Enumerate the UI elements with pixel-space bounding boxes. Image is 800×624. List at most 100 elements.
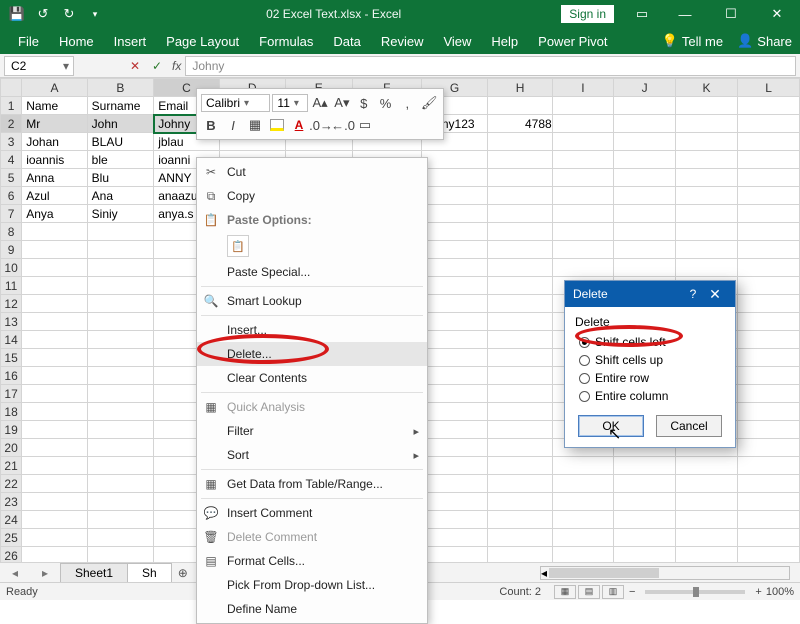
menu-paste-special[interactable]: Paste Special... xyxy=(197,260,427,284)
cell[interactable] xyxy=(738,133,800,151)
row-header[interactable]: 21 xyxy=(1,457,22,475)
cell[interactable] xyxy=(22,349,87,367)
cell[interactable] xyxy=(488,169,552,187)
cancel-icon[interactable]: ✕ xyxy=(124,55,146,77)
radio-entire-row[interactable]: Entire row xyxy=(579,369,725,387)
tab-formulas[interactable]: Formulas xyxy=(249,28,323,54)
cell[interactable] xyxy=(87,475,154,493)
menu-define-name[interactable]: Define Name xyxy=(197,597,427,621)
horizontal-scrollbar[interactable]: ◂ xyxy=(540,566,790,580)
cell[interactable] xyxy=(676,115,738,133)
row-header[interactable]: 20 xyxy=(1,439,22,457)
cell[interactable] xyxy=(22,493,87,511)
cell[interactable] xyxy=(614,259,676,277)
row-header[interactable]: 17 xyxy=(1,385,22,403)
cell[interactable] xyxy=(421,439,488,457)
font-size-select[interactable]: 11▾ xyxy=(272,94,308,112)
column-header[interactable]: A xyxy=(22,79,87,97)
menu-insert-comment[interactable]: 💬Insert Comment xyxy=(197,501,427,525)
font-family-select[interactable]: Calibri▾ xyxy=(201,94,270,112)
row-header[interactable]: 4 xyxy=(1,151,22,169)
cell[interactable] xyxy=(738,259,800,277)
cell[interactable] xyxy=(488,457,552,475)
cell[interactable] xyxy=(488,403,552,421)
cell[interactable] xyxy=(552,151,614,169)
cell[interactable] xyxy=(87,457,154,475)
redo-icon[interactable]: ↻ xyxy=(58,3,80,25)
save-icon[interactable]: 💾 xyxy=(6,3,28,25)
cell[interactable] xyxy=(552,241,614,259)
cell[interactable] xyxy=(676,529,738,547)
increase-decimal-icon[interactable]: .0→ xyxy=(311,115,331,135)
cell[interactable] xyxy=(676,187,738,205)
tell-me[interactable]: 💡Tell me xyxy=(662,33,723,49)
cell[interactable]: Name xyxy=(22,97,87,115)
zoom-slider[interactable] xyxy=(645,590,745,594)
cell[interactable] xyxy=(87,223,154,241)
formula-input[interactable]: Johny xyxy=(185,56,796,76)
cell[interactable] xyxy=(552,457,614,475)
cell[interactable] xyxy=(488,529,552,547)
cell[interactable] xyxy=(676,169,738,187)
cell[interactable] xyxy=(552,511,614,529)
column-header[interactable]: K xyxy=(676,79,738,97)
cancel-button[interactable]: Cancel xyxy=(656,415,722,437)
cell[interactable] xyxy=(22,403,87,421)
cell[interactable] xyxy=(614,205,676,223)
row-header[interactable]: 18 xyxy=(1,403,22,421)
cell[interactable] xyxy=(614,187,676,205)
menu-delete-comment[interactable]: 🗑Delete Comment xyxy=(197,525,427,549)
cell[interactable] xyxy=(421,421,488,439)
cell[interactable] xyxy=(738,493,800,511)
sheet-tab[interactable]: Sheet1 xyxy=(60,563,128,583)
help-icon[interactable]: ? xyxy=(683,287,703,301)
cell[interactable] xyxy=(421,511,488,529)
cell[interactable] xyxy=(22,295,87,313)
row-header[interactable]: 14 xyxy=(1,331,22,349)
cell[interactable] xyxy=(22,331,87,349)
cell[interactable] xyxy=(552,169,614,187)
cell[interactable] xyxy=(22,367,87,385)
cell[interactable] xyxy=(421,241,488,259)
cell[interactable] xyxy=(421,295,488,313)
fx-icon[interactable]: fx xyxy=(168,59,185,73)
zoom-out-icon[interactable]: − xyxy=(629,586,635,598)
cell[interactable] xyxy=(738,349,800,367)
radio-shift-cells-up[interactable]: Shift cells up xyxy=(579,351,725,369)
menu-insert[interactable]: Insert... xyxy=(197,318,427,342)
cell[interactable] xyxy=(87,439,154,457)
tab-review[interactable]: Review xyxy=(371,28,434,54)
cell[interactable] xyxy=(676,475,738,493)
tab-home[interactable]: Home xyxy=(49,28,104,54)
cell[interactable] xyxy=(488,205,552,223)
cell[interactable] xyxy=(22,259,87,277)
cell[interactable] xyxy=(552,133,614,151)
menu-smart-lookup[interactable]: 🔍Smart Lookup xyxy=(197,289,427,313)
minimize-icon[interactable]: — xyxy=(662,0,708,28)
cell[interactable] xyxy=(22,439,87,457)
cell[interactable] xyxy=(488,439,552,457)
tab-view[interactable]: View xyxy=(433,28,481,54)
column-header[interactable]: I xyxy=(552,79,614,97)
cell[interactable]: Anna xyxy=(22,169,87,187)
row-header[interactable]: 19 xyxy=(1,421,22,439)
cell[interactable] xyxy=(87,331,154,349)
cell[interactable] xyxy=(22,421,87,439)
cell[interactable] xyxy=(87,241,154,259)
cell[interactable] xyxy=(738,97,800,115)
page-layout-view-icon[interactable]: ▤ xyxy=(578,585,600,599)
row-header[interactable]: 6 xyxy=(1,187,22,205)
cell[interactable] xyxy=(421,403,488,421)
cell[interactable] xyxy=(738,421,800,439)
cell[interactable] xyxy=(676,97,738,115)
cell[interactable] xyxy=(676,223,738,241)
undo-icon[interactable]: ↺ xyxy=(32,3,54,25)
cell[interactable] xyxy=(421,475,488,493)
cell[interactable] xyxy=(676,133,738,151)
accounting-format-icon[interactable]: $ xyxy=(354,93,374,113)
cell[interactable]: Surname xyxy=(87,97,154,115)
cell[interactable] xyxy=(738,331,800,349)
dialog-close-icon[interactable]: ✕ xyxy=(703,286,727,303)
cell[interactable] xyxy=(614,457,676,475)
cell[interactable] xyxy=(614,475,676,493)
